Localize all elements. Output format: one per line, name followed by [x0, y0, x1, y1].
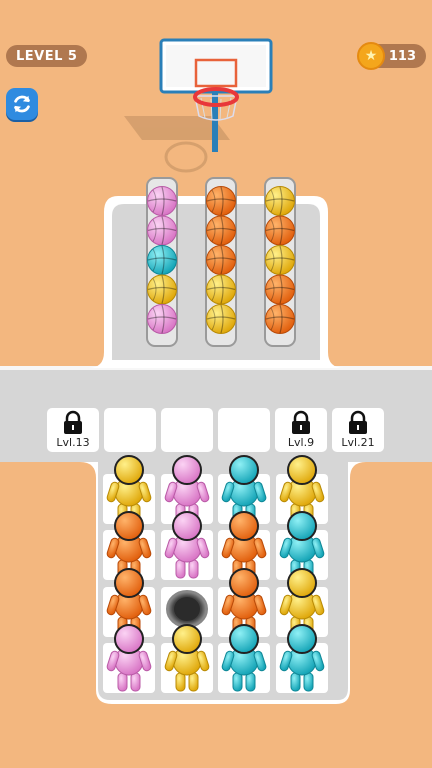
basketball-orange — [265, 215, 295, 246]
basketball-yellow — [206, 304, 236, 334]
basketball-pink — [147, 186, 177, 216]
basketball-pink — [147, 215, 177, 246]
basketball-orange — [206, 245, 236, 275]
basketball-orange — [206, 215, 236, 246]
lock-level-label: Lvl.21 — [341, 436, 375, 449]
hole — [166, 590, 208, 628]
level-label: LEVEL 5 — [16, 48, 78, 64]
lock-level-label: Lvl.9 — [287, 436, 315, 449]
coin-icon: ★ — [357, 42, 385, 70]
restart-button[interactable] — [6, 88, 38, 120]
basketball-cyan — [147, 245, 177, 275]
basketball-pink — [147, 304, 177, 334]
coin-count: 113 — [388, 48, 416, 64]
ball-tube[interactable] — [146, 177, 178, 347]
basketball-yellow — [265, 186, 295, 216]
empty-slot[interactable] — [218, 408, 270, 452]
basketball-yellow — [147, 274, 177, 305]
basketball-orange — [265, 304, 295, 334]
level-indicator: LEVEL 5 — [6, 45, 88, 67]
basketball-orange — [265, 274, 295, 305]
empty-slot[interactable] — [161, 408, 213, 452]
game-scene — [0, 38, 432, 704]
lock-level-label: Lvl.13 — [56, 436, 90, 449]
basketball-orange — [206, 186, 236, 216]
ball-tube[interactable] — [264, 177, 296, 347]
basketball-yellow — [265, 245, 295, 275]
ball-tubes — [146, 177, 296, 347]
basketball-yellow — [206, 274, 236, 305]
ball-tube[interactable] — [205, 177, 237, 347]
refresh-icon — [14, 95, 30, 113]
empty-slot[interactable] — [104, 408, 156, 452]
